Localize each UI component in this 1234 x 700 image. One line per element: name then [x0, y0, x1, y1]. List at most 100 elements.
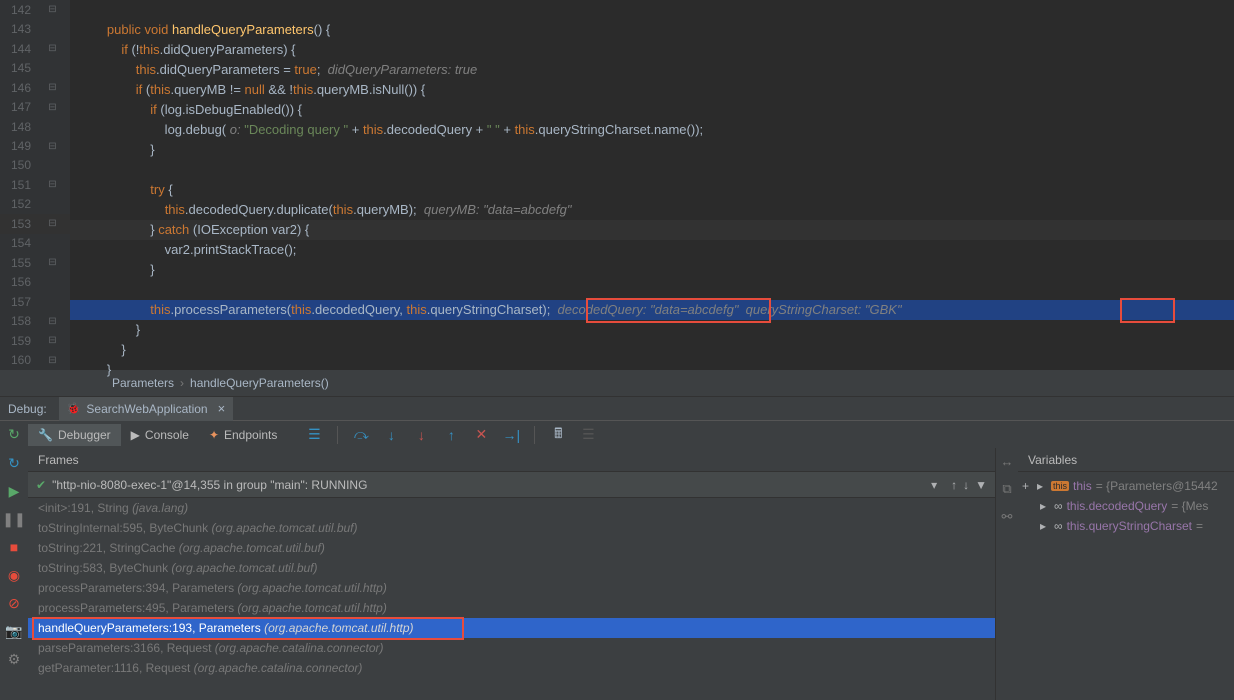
- stack-frame[interactable]: processParameters:495, Parameters (org.a…: [28, 598, 995, 618]
- code-line[interactable]: }: [70, 140, 1234, 160]
- thread-selector[interactable]: ✔ "http-nio-8080-exec-1"@14,355 in group…: [28, 472, 995, 498]
- highlight-box-3: [32, 617, 464, 640]
- stack-frame[interactable]: toString:221, StringCache (org.apache.to…: [28, 538, 995, 558]
- filter-icon[interactable]: ▼: [975, 478, 987, 492]
- variable-row[interactable]: ▸∞ this.queryStringCharset =: [1022, 516, 1230, 536]
- bug-icon: 🐞: [67, 402, 81, 415]
- get-thread-dump-icon[interactable]: 📷: [3, 620, 25, 642]
- copy-icon[interactable]: ⧉: [998, 480, 1016, 498]
- variables-list[interactable]: + ▸this this = {Parameters@15442▸∞ this.d…: [1018, 472, 1234, 700]
- force-step-into-icon[interactable]: ↓: [410, 424, 432, 446]
- gutter-line[interactable]: 145: [0, 58, 70, 77]
- prev-frame-icon[interactable]: ↑: [951, 478, 957, 492]
- gutter-line[interactable]: 142⊟: [0, 0, 70, 19]
- gutter-line[interactable]: 147⊟: [0, 97, 70, 116]
- step-into-icon[interactable]: ↓: [380, 424, 402, 446]
- gutter-line[interactable]: 143: [0, 19, 70, 38]
- code-line[interactable]: [70, 0, 1234, 20]
- rerun-icon[interactable]: ↻: [3, 452, 25, 474]
- view-breakpoints-icon[interactable]: ◉: [3, 564, 25, 586]
- stack-frame[interactable]: processParameters:394, Parameters (org.a…: [28, 578, 995, 598]
- frames-header: Frames: [28, 448, 995, 472]
- code-line[interactable]: var2.printStackTrace();: [70, 240, 1234, 260]
- code-line[interactable]: log.debug( o: "Decoding query " + this.d…: [70, 120, 1234, 140]
- frames-panel: Frames ✔ "http-nio-8080-exec-1"@14,355 i…: [28, 448, 996, 700]
- variables-panel: Variables + ▸this this = {Parameters@1544…: [1018, 448, 1234, 700]
- resume-icon[interactable]: ▶: [3, 480, 25, 502]
- stop-icon[interactable]: ■: [3, 536, 25, 558]
- dropdown-icon[interactable]: ▾: [931, 478, 937, 492]
- close-tab-icon[interactable]: ×: [218, 401, 226, 416]
- gutter-line[interactable]: 156: [0, 273, 70, 292]
- code-line[interactable]: if (log.isDebugEnabled()) {: [70, 100, 1234, 120]
- rerun-icon[interactable]: ↻: [3, 424, 25, 446]
- code-line[interactable]: [70, 160, 1234, 180]
- gutter-line[interactable]: 160⊟: [0, 350, 70, 369]
- gutter-line[interactable]: 157: [0, 292, 70, 311]
- mute-breakpoints-icon[interactable]: ⊘: [3, 592, 25, 614]
- code-line[interactable]: if (!this.didQueryParameters) {: [70, 40, 1234, 60]
- tab-debugger[interactable]: 🔧 Debugger: [28, 424, 121, 446]
- code-line[interactable]: [70, 280, 1234, 300]
- variables-header: Variables: [1018, 448, 1234, 472]
- code-editor[interactable]: 142⊟143144⊟145146⊟147⊟148149⊟150151⊟1521…: [0, 0, 1234, 370]
- stack-frame[interactable]: toStringInternal:595, ByteChunk (org.apa…: [28, 518, 995, 538]
- gutter-line[interactable]: 158⊟: [0, 312, 70, 331]
- gutter-line[interactable]: 144⊟: [0, 39, 70, 58]
- debug-run-tab[interactable]: 🐞 SearchWebApplication ×: [59, 397, 233, 421]
- code-line[interactable]: }: [70, 320, 1234, 340]
- step-over-icon[interactable]: ⤼: [350, 424, 372, 446]
- endpoints-icon: ✦: [209, 428, 219, 442]
- frames-right-tools: ↔ ⧉ ⚯: [996, 448, 1018, 700]
- code-line[interactable]: if (this.queryMB != null && !this.queryM…: [70, 80, 1234, 100]
- code-area[interactable]: public void handleQueryParameters() { if…: [70, 0, 1234, 370]
- code-line[interactable]: }: [70, 340, 1234, 360]
- drop-frame-icon[interactable]: ✕: [470, 424, 492, 446]
- code-line[interactable]: } catch (IOException var2) {: [70, 220, 1234, 240]
- threads-icon[interactable]: ☰: [303, 424, 325, 446]
- add-watch-icon[interactable]: +: [1022, 479, 1029, 493]
- frames-list[interactable]: <init>:191, String (java.lang)toStringIn…: [28, 498, 995, 700]
- stack-frame[interactable]: toString:583, ByteChunk (org.apache.tomc…: [28, 558, 995, 578]
- tab-console[interactable]: ▶ Console: [121, 424, 199, 446]
- gutter-line[interactable]: 159⊟: [0, 331, 70, 350]
- run-to-cursor-icon[interactable]: →|: [500, 424, 522, 446]
- code-line[interactable]: this.didQueryParameters = true; didQuery…: [70, 60, 1234, 80]
- gutter-line[interactable]: 151⊟: [0, 175, 70, 194]
- code-line[interactable]: public void handleQueryParameters() {: [70, 20, 1234, 40]
- stack-frame[interactable]: getParameter:1116, Request (org.apache.c…: [28, 658, 995, 678]
- debug-toolbar: ↻ 🔧 Debugger ▶ Console ✦ Endpoints ☰ ⤼ ↓…: [0, 420, 1234, 448]
- gutter-line[interactable]: 152: [0, 195, 70, 214]
- stack-frame[interactable]: <init>:191, String (java.lang): [28, 498, 995, 518]
- link-icon[interactable]: ⚯: [998, 508, 1016, 526]
- debug-app-name: SearchWebApplication: [86, 402, 207, 416]
- tab-endpoints[interactable]: ✦ Endpoints: [199, 424, 287, 446]
- highlight-box-1: [586, 298, 771, 323]
- gutter-line[interactable]: 148: [0, 117, 70, 136]
- gutter-line[interactable]: 154: [0, 234, 70, 253]
- highlight-box-2: [1120, 298, 1175, 323]
- settings-icon[interactable]: ⚙: [3, 648, 25, 670]
- code-line[interactable]: }: [70, 360, 1234, 380]
- stack-frame[interactable]: parseParameters:3166, Request (org.apach…: [28, 638, 995, 658]
- code-line[interactable]: try {: [70, 180, 1234, 200]
- code-line[interactable]: }: [70, 260, 1234, 280]
- restore-layout-icon[interactable]: ↔: [998, 452, 1016, 470]
- gutter-line[interactable]: 146⊟: [0, 78, 70, 97]
- step-out-icon[interactable]: ↑: [440, 424, 462, 446]
- gutter-line[interactable]: 153⊟: [0, 214, 70, 233]
- pause-icon[interactable]: ❚❚: [3, 508, 25, 530]
- evaluate-icon[interactable]: 🖩: [547, 424, 569, 446]
- gutter-line[interactable]: 149⊟: [0, 136, 70, 155]
- debug-label: Debug:: [8, 402, 47, 416]
- debugger-icon: 🔧: [38, 428, 53, 442]
- gutter-line[interactable]: 150: [0, 156, 70, 175]
- trace-icon[interactable]: ☰: [577, 424, 599, 446]
- gutter-line[interactable]: 155⊟: [0, 253, 70, 272]
- code-line[interactable]: this.decodedQuery.duplicate(this.queryMB…: [70, 200, 1234, 220]
- thread-name: "http-nio-8080-exec-1"@14,355 in group "…: [52, 478, 931, 492]
- debug-bar: Debug: 🐞 SearchWebApplication ×: [0, 396, 1234, 420]
- variable-row[interactable]: ▸∞ this.decodedQuery = {Mes: [1022, 496, 1230, 516]
- variable-row[interactable]: ▸this this = {Parameters@15442: [1037, 476, 1218, 496]
- next-frame-icon[interactable]: ↓: [963, 478, 969, 492]
